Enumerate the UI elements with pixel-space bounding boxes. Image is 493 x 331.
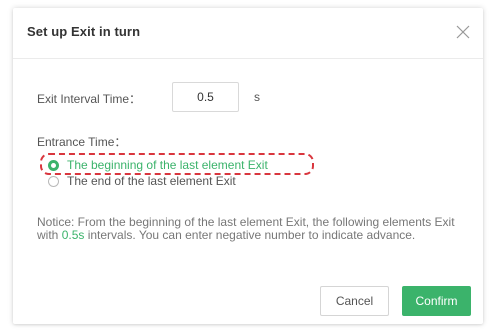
option-beginning-of-last-exit[interactable]: The beginning of the last element Exit (48, 157, 268, 173)
option-label: The beginning of the last element Exit (67, 158, 268, 172)
option-label: The end of the last element Exit (67, 174, 236, 188)
confirm-button[interactable]: Confirm (402, 286, 471, 316)
option-end-of-last-exit[interactable]: The end of the last element Exit (48, 173, 236, 189)
close-button[interactable] (453, 22, 473, 42)
radio-unchecked-icon[interactable] (48, 175, 59, 187)
dialog-title: Set up Exit in turn (27, 24, 141, 39)
exit-in-turn-dialog: Set up Exit in turn Exit Interval Time： … (13, 8, 483, 324)
cancel-button[interactable]: Cancel (320, 286, 389, 316)
notice-suffix: intervals. You can enter negative number… (84, 228, 416, 242)
notice-interval-value: 0.5s (61, 228, 85, 242)
notice-text: Notice: From the beginning of the last e… (37, 216, 467, 242)
entrance-time-label: Entrance Time： (37, 135, 127, 149)
radio-checked-icon[interactable] (48, 159, 59, 171)
close-icon (456, 25, 470, 39)
interval-input[interactable] (172, 82, 239, 112)
interval-label: Exit Interval Time： (37, 92, 142, 106)
dialog-header: Set up Exit in turn (13, 8, 483, 59)
interval-unit: s (254, 90, 260, 104)
